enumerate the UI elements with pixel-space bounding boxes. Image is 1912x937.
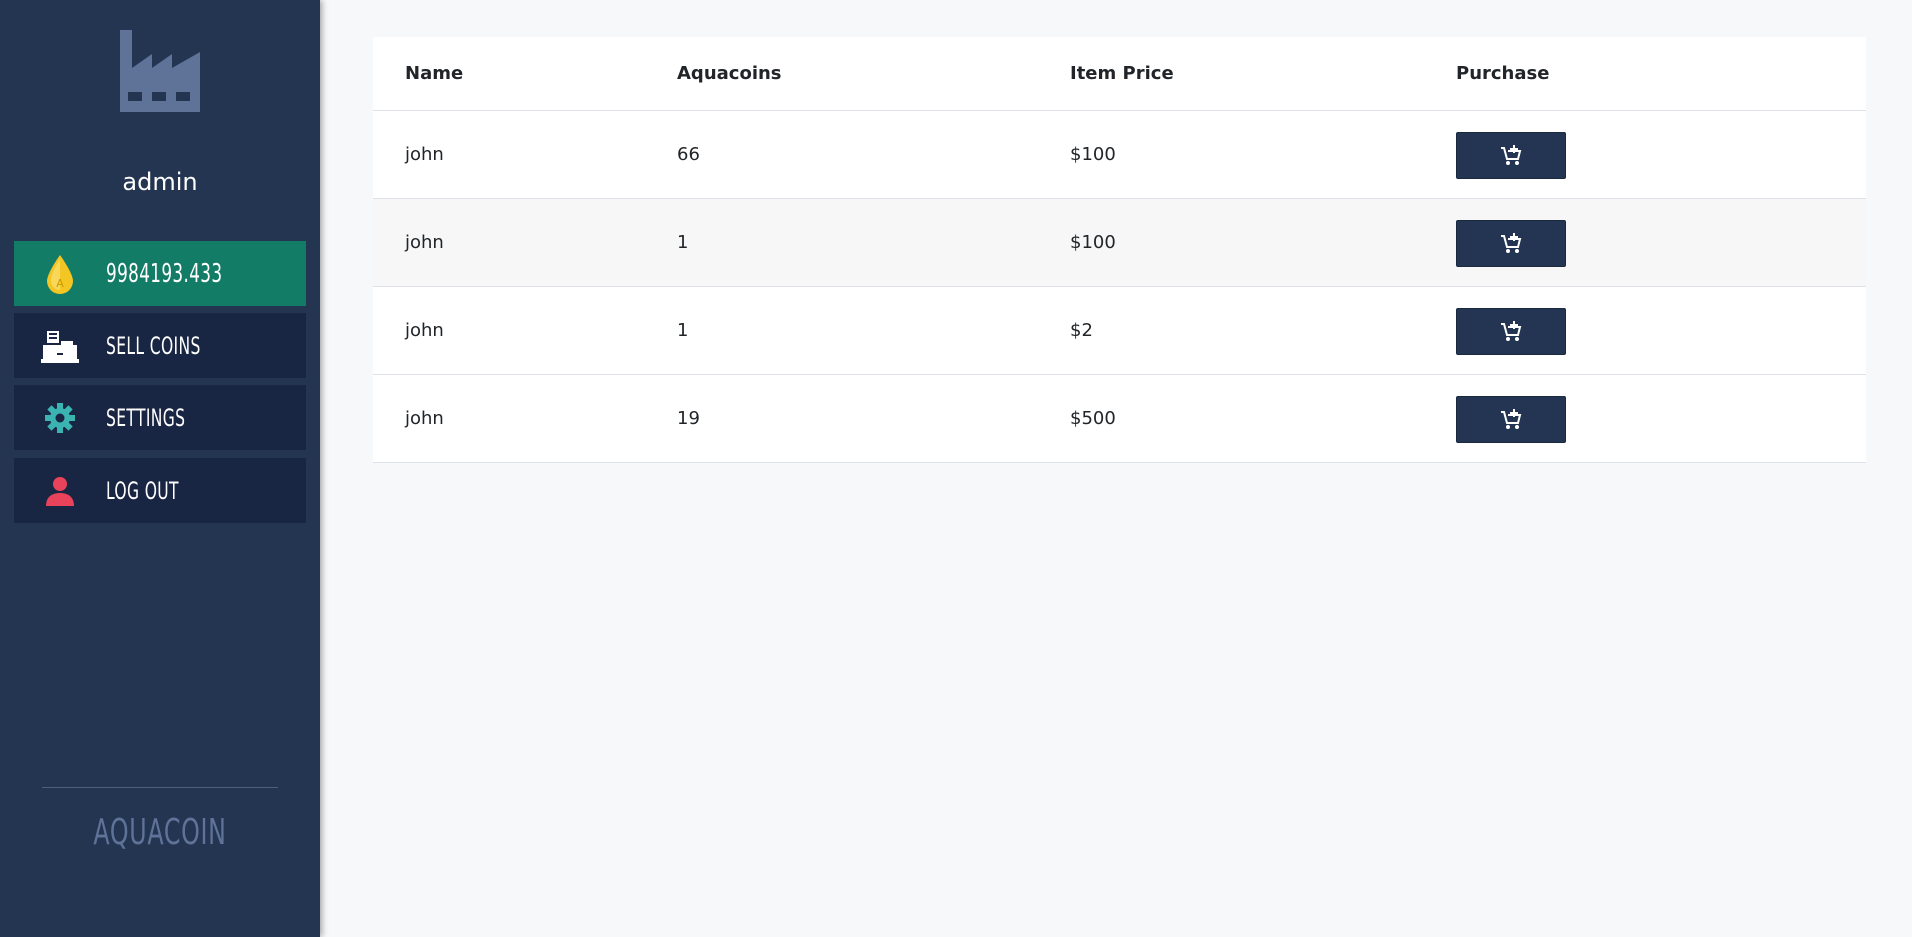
cell-aquacoins: 66 [645,110,1038,199]
gear-icon [14,385,106,450]
cell-purchase [1424,286,1866,375]
user-icon [14,458,106,523]
column-header-aquacoins: Aquacoins [645,37,1038,111]
cell-price: $2 [1038,286,1424,375]
table-row: john 1 $100 [373,198,1866,287]
sidebar: admin A 9984193.433 SELL COINS SETTINGS … [0,0,320,937]
purchase-button[interactable] [1456,308,1566,355]
sell-coins-label: SELL COINS [106,331,201,360]
purchase-button[interactable] [1456,396,1566,443]
purchase-button[interactable] [1456,132,1566,179]
aquacoin-drop-icon: A [14,241,106,306]
cell-name: john [373,110,645,199]
settings-label: SETTINGS [106,403,186,432]
column-header-purchase: Purchase [1424,37,1866,111]
factory-icon [120,30,200,112]
add-to-cart-icon [1501,232,1522,253]
cell-name: john [373,374,645,463]
cell-price: $100 [1038,198,1424,287]
balance-display[interactable]: A 9984193.433 [14,241,306,306]
username: admin [122,168,198,196]
cell-purchase [1424,198,1866,287]
cell-price: $500 [1038,374,1424,463]
offers-table: Name Aquacoins Item Price Purchase john … [373,37,1866,463]
add-to-cart-icon [1501,320,1522,341]
add-to-cart-icon [1501,144,1522,165]
cell-name: john [373,286,645,375]
table-row: john 19 $500 [373,374,1866,463]
settings-button[interactable]: SETTINGS [14,385,306,450]
cell-purchase [1424,374,1866,463]
log-out-label: LOG OUT [106,476,179,505]
cell-price: $100 [1038,110,1424,199]
purchase-button[interactable] [1456,220,1566,267]
add-to-cart-icon [1501,408,1522,429]
column-header-item-price: Item Price [1038,37,1424,111]
cell-aquacoins: 1 [645,198,1038,287]
balance-amount: 9984193.433 [106,258,223,289]
coin-letter: A [56,277,64,290]
log-out-button[interactable]: LOG OUT [14,458,306,523]
cell-name: john [373,198,645,287]
table-row: john 66 $100 [373,110,1866,199]
brand-name: AQUACOIN [93,812,227,853]
sell-coins-button[interactable]: SELL COINS [14,313,306,378]
column-header-name: Name [373,37,645,111]
cell-aquacoins: 19 [645,374,1038,463]
table-row: john 1 $2 [373,286,1866,375]
cash-register-icon [14,313,106,378]
table-header-row: Name Aquacoins Item Price Purchase [373,37,1866,111]
cell-purchase [1424,110,1866,199]
cell-aquacoins: 1 [645,286,1038,375]
sidebar-divider [42,787,278,788]
